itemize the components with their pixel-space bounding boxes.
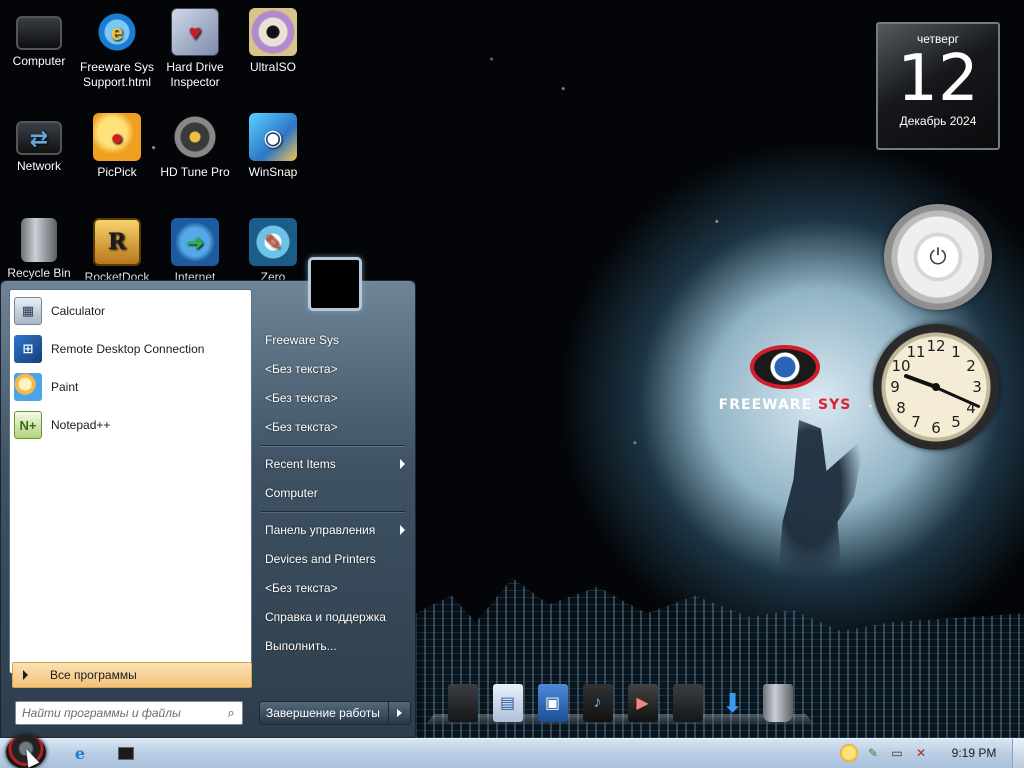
clock-numeral: 8 <box>896 399 906 417</box>
shutdown-button[interactable]: Завершение работы <box>259 701 411 725</box>
place-no-text-3[interactable]: <Без текста> <box>257 414 409 440</box>
start-menu-programs-pane: ▦ Calculator ⊞ Remote Desktop Connection… <box>9 289 252 688</box>
clock-numeral: 12 <box>926 337 946 355</box>
desktop-icon-hard-drive-inspector[interactable]: ♥ Hard Drive Inspector <box>156 8 234 90</box>
dock-pictures-icon[interactable]: ▣ <box>537 684 568 722</box>
dock-folder-icon[interactable] <box>672 684 703 722</box>
place-devices-and-printers[interactable]: Devices and Printers <box>257 546 409 572</box>
place-control-panel[interactable]: Панель управления <box>257 517 409 543</box>
camera-snap-icon: ◉ <box>249 113 297 161</box>
start-search-input[interactable] <box>16 703 220 723</box>
freeware-sys-logo-icon <box>750 345 820 389</box>
search-icon[interactable]: ⌕ <box>220 703 242 723</box>
desktop-icon-picpick[interactable]: ● PicPick <box>78 113 156 180</box>
taskbar-internet-explorer-button[interactable]: e <box>60 741 100 765</box>
desktop-icon-freeware-sys-support[interactable]: e Freeware Sys Support.html <box>78 8 156 90</box>
dock-shelf <box>425 713 815 725</box>
places-separator <box>261 445 405 446</box>
dock-recycle-bin-icon[interactable] <box>762 684 793 722</box>
user-account-picture[interactable] <box>308 257 362 311</box>
clock-numeral: 3 <box>972 378 982 396</box>
hard-drive-icon: ♥ <box>171 8 219 56</box>
clock-numeral: 2 <box>966 357 976 375</box>
download-manager-icon: ➜ <box>171 218 219 266</box>
pen-tray-icon[interactable]: ✎ <box>864 744 882 762</box>
place-computer[interactable]: Computer <box>257 480 409 506</box>
program-remote-desktop-connection[interactable]: ⊞ Remote Desktop Connection <box>14 332 249 366</box>
notepad-plus-plus-icon: N+ <box>14 411 42 439</box>
remote-desktop-icon: ⊞ <box>14 335 42 363</box>
dock-downloads-icon[interactable]: ⬇ <box>718 684 748 722</box>
recycle-bin-icon <box>21 218 57 262</box>
desktop-icon-network[interactable]: ⇄ Network <box>0 113 78 174</box>
dock-music-icon[interactable]: ♪ <box>582 684 613 722</box>
clock-numeral: 9 <box>890 378 900 396</box>
plug-icon: ⏻ <box>929 244 947 269</box>
place-no-text-1[interactable]: <Без текста> <box>257 356 409 382</box>
place-recent-items[interactable]: Recent Items <box>257 451 409 477</box>
show-desktop-button[interactable] <box>1012 739 1024 768</box>
program-notepad-plus-plus[interactable]: N+ Notepad++ <box>14 408 249 442</box>
calendar-gadget[interactable]: четверг 12 Декабрь 2024 <box>876 22 1000 150</box>
network-icon: ⇄ <box>16 121 62 155</box>
calendar-day: 12 <box>897 42 979 116</box>
rocketdock-bar: ▤ ▣ ♪ ▶ ⬇ <box>425 666 815 730</box>
desktop-icon-internet[interactable]: ➜ Internet <box>156 218 234 285</box>
place-help-and-support[interactable]: Справка и поддержка <box>257 604 409 630</box>
desktop-icon-zero[interactable]: ✎ Zero <box>234 218 312 285</box>
internet-explorer-icon: e <box>93 8 141 56</box>
taskbar-clock[interactable]: 9:19 PM <box>944 738 1004 768</box>
internet-explorer-icon: e <box>74 743 86 763</box>
dock-folder-icon[interactable] <box>447 684 478 722</box>
paint-icon <box>14 373 42 401</box>
freeware-sys-logo-text: FREEWARE SYS <box>718 397 852 413</box>
desktop-icon-computer[interactable]: Computer <box>0 8 78 69</box>
program-paint[interactable]: Paint <box>14 370 249 404</box>
place-run[interactable]: Выполнить... <box>257 633 409 659</box>
arrow-right-icon <box>23 670 28 680</box>
system-tray: ✎ ▭ ✕ <box>840 742 930 764</box>
picpick-tray-icon[interactable] <box>840 744 858 762</box>
network-tray-icon[interactable]: ▭ <box>888 744 906 762</box>
calendar-month-year: Декабрь 2024 <box>899 114 977 128</box>
start-search-box[interactable]: ⌕ <box>15 701 243 725</box>
arrow-right-icon <box>397 709 402 717</box>
desktop-icon-rocketdock[interactable]: R RocketDock <box>78 218 156 285</box>
dock-videos-icon[interactable]: ▶ <box>627 684 658 722</box>
zero-tool-icon: ✎ <box>249 218 297 266</box>
all-programs-button[interactable]: Все программы <box>12 662 252 688</box>
analog-clock-gadget[interactable]: 12 1 2 3 4 5 6 7 8 9 10 11 <box>873 324 999 450</box>
power-meter-gadget[interactable]: ⏻ <box>884 204 992 310</box>
place-no-text-4[interactable]: <Без текста> <box>257 575 409 601</box>
shutdown-options-button[interactable] <box>388 702 410 724</box>
disc-icon <box>249 8 297 56</box>
desktop-icon-winsnap[interactable]: ◉ WinSnap <box>234 113 312 180</box>
clock-numeral: 6 <box>931 419 941 437</box>
wallpaper-angel <box>777 420 865 590</box>
rocketdock-icon: R <box>93 218 141 266</box>
monitor-icon <box>16 16 62 50</box>
start-menu: ▦ Calculator ⊞ Remote Desktop Connection… <box>0 280 416 738</box>
places-separator <box>261 511 405 512</box>
desktop-icon-hd-tune-pro[interactable]: HD Tune Pro <box>156 113 234 180</box>
program-calculator[interactable]: ▦ Calculator <box>14 294 249 328</box>
hdd-tune-icon <box>171 113 219 161</box>
clock-hub <box>932 383 940 391</box>
freeware-sys-logo: FREEWARE SYS <box>700 345 870 425</box>
desktop-icon-ultraiso[interactable]: UltraISO <box>234 8 312 75</box>
console-window-icon <box>118 746 134 760</box>
submenu-arrow-icon <box>400 525 405 535</box>
desktop-icon-recycle-bin[interactable]: Recycle Bin <box>0 218 78 281</box>
dock-documents-icon[interactable]: ▤ <box>492 684 523 722</box>
volume-muted-icon[interactable]: ✕ <box>912 744 930 762</box>
submenu-arrow-icon <box>400 459 405 469</box>
palette-icon: ● <box>93 113 141 161</box>
calculator-icon: ▦ <box>14 297 42 325</box>
clock-numeral: 5 <box>951 413 961 431</box>
place-freeware-sys[interactable]: Freeware Sys <box>257 327 409 353</box>
taskbar-console-button[interactable] <box>106 741 146 765</box>
clock-numeral: 11 <box>906 343 926 361</box>
place-no-text-2[interactable]: <Без текста> <box>257 385 409 411</box>
